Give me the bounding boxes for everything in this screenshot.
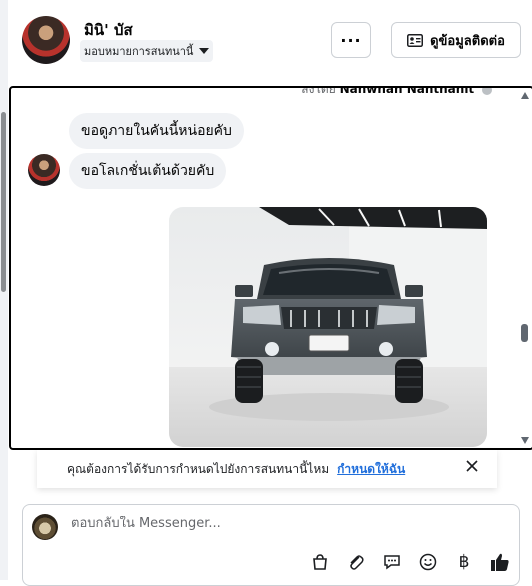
page-scrollbar-thumb[interactable] bbox=[1, 112, 6, 292]
sent-by-prefix: ส่งโดย bbox=[301, 86, 336, 96]
assignment-notice-text: คุณต้องการได้รับการกำหนดไปยังการสนทนานี้… bbox=[67, 461, 330, 476]
emoji-icon[interactable] bbox=[417, 551, 439, 573]
scroll-down-arrow-icon[interactable] bbox=[521, 437, 529, 444]
contact-avatar[interactable] bbox=[22, 16, 70, 64]
page-avatar bbox=[32, 514, 58, 540]
assign-label: มอบหมายการสนทนานี้ bbox=[84, 45, 194, 58]
shopping-bag-icon[interactable] bbox=[309, 551, 331, 573]
thread-scrollbar[interactable] bbox=[518, 88, 532, 448]
contact-name[interactable]: มินิ' บัส bbox=[84, 18, 133, 42]
scroll-up-arrow-icon[interactable] bbox=[521, 92, 529, 99]
composer-toolbar: ฿ bbox=[309, 551, 511, 573]
thumbs-up-icon[interactable] bbox=[489, 551, 511, 573]
assignment-notice: คุณต้องการได้รับการกำหนดไปยังการสนทนานี้… bbox=[37, 450, 497, 488]
attachment-icon[interactable] bbox=[345, 551, 367, 573]
message-photo[interactable] bbox=[169, 207, 487, 447]
payment-icon[interactable]: ฿ bbox=[453, 551, 475, 573]
more-options-button[interactable]: ··· bbox=[331, 22, 371, 58]
close-icon[interactable] bbox=[465, 459, 479, 473]
conversation-header: มินิ' บัส มอบหมายการสนทนานี้ ··· ดูข้อมู… bbox=[8, 0, 532, 84]
view-contact-info-label: ดูข้อมูลติดต่อ bbox=[430, 33, 505, 49]
pickup-truck-photo bbox=[169, 207, 487, 447]
reply-composer: ฿ bbox=[22, 504, 520, 586]
thread-scrollbar-thumb[interactable] bbox=[521, 324, 528, 342]
contact-card-icon bbox=[407, 33, 424, 47]
sender-avatar[interactable] bbox=[28, 154, 60, 186]
sent-by-name: Nanwhan Nanthanit bbox=[339, 86, 475, 96]
info-icon[interactable] bbox=[482, 88, 492, 95]
saved-replies-icon[interactable] bbox=[381, 551, 403, 573]
assign-to-me-link[interactable]: กำหนดให้ฉัน bbox=[337, 460, 405, 479]
caret-down-icon bbox=[199, 48, 210, 54]
sent-by-line: ส่งโดย Nanwhan Nanthanit bbox=[301, 86, 492, 99]
assign-conversation-dropdown[interactable]: มอบหมายการสนทนานี้ bbox=[80, 40, 214, 62]
message-thread[interactable]: ส่งโดย Nanwhan Nanthanit ขอดูภายในคันนี้… bbox=[9, 86, 532, 450]
message-bubble[interactable]: ขอดูภายในคันนี้หน่อยคับ bbox=[69, 113, 244, 149]
message-bubble[interactable]: ขอโลเกชั่นเต้นด้วยคับ bbox=[69, 153, 227, 189]
reply-input[interactable] bbox=[71, 516, 471, 531]
view-contact-info-button[interactable]: ดูข้อมูลติดต่อ bbox=[391, 22, 521, 58]
page-scrollbar[interactable] bbox=[0, 0, 8, 580]
